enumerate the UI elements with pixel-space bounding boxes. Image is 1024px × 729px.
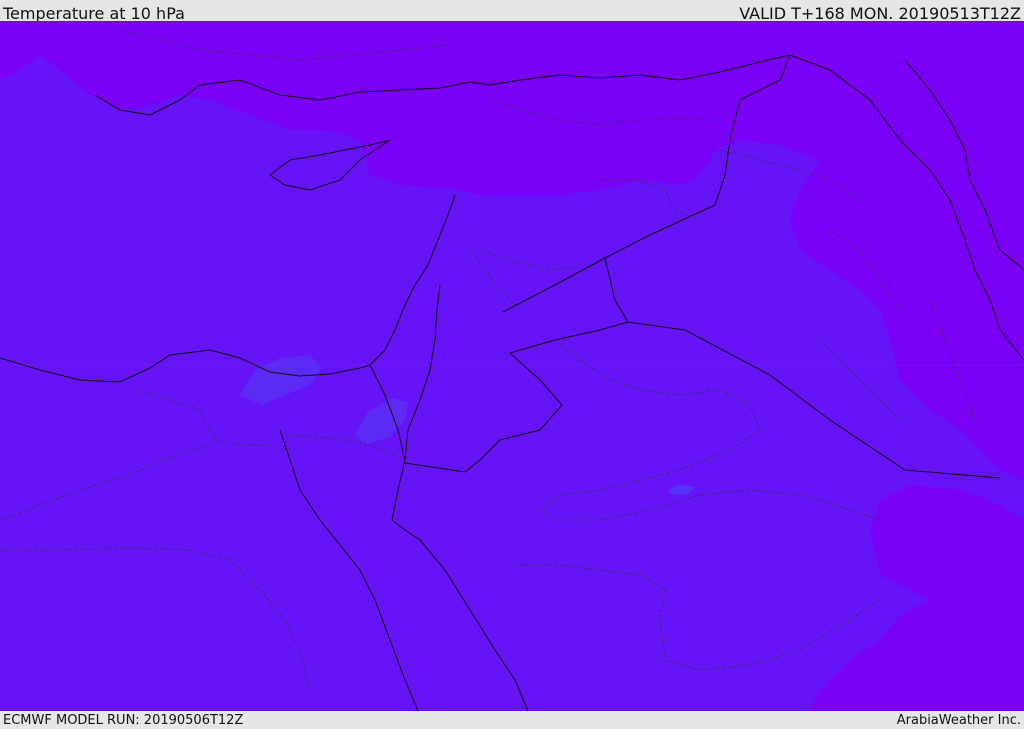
credit-label: ArabiaWeather Inc. — [896, 713, 1021, 728]
map-canvas — [0, 21, 1024, 711]
temperature-map — [0, 21, 1024, 711]
map-footer: ECMWF MODEL RUN: 20190506T12Z ArabiaWeat… — [0, 711, 1024, 729]
weather-map-page: Temperature at 10 hPa VALID T+168 MON. 2… — [0, 0, 1024, 729]
model-run-label: ECMWF MODEL RUN: 20190506T12Z — [3, 713, 244, 728]
map-header: Temperature at 10 hPa VALID T+168 MON. 2… — [0, 0, 1024, 23]
